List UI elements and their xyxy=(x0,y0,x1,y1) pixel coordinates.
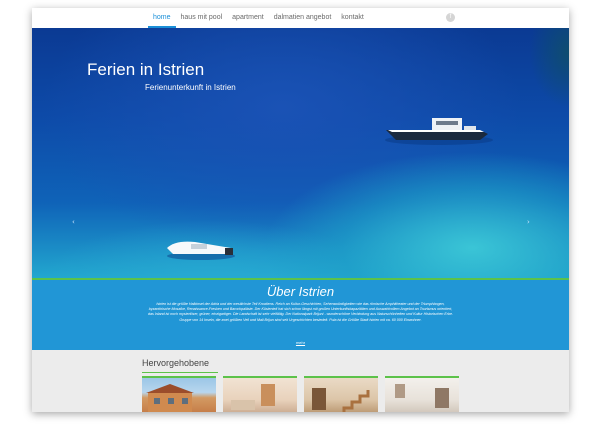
facebook-icon[interactable]: f xyxy=(446,13,455,22)
about-section: Über Istrien Istrien ist die größte Halb… xyxy=(32,280,569,350)
nav-apartment[interactable]: apartment xyxy=(227,8,269,28)
featured-underline xyxy=(142,372,218,373)
interior-image xyxy=(395,384,449,408)
top-navigation-bar: home haus mit pool apartment dalmatien a… xyxy=(32,8,569,29)
nav-dalmatien-angebot[interactable]: dalmatien angebot xyxy=(269,8,337,28)
main-nav: home haus mit pool apartment dalmatien a… xyxy=(148,8,369,28)
house-image xyxy=(146,384,194,412)
chevron-right-icon[interactable]: › xyxy=(527,218,530,226)
nav-haus-mit-pool[interactable]: haus mit pool xyxy=(176,8,228,28)
more-link[interactable]: mehr xyxy=(32,340,569,345)
boat-large xyxy=(385,118,493,145)
browser-page: home haus mit pool apartment dalmatien a… xyxy=(32,8,569,412)
hero-reef xyxy=(529,28,569,108)
featured-section: Hervorgehobene xyxy=(32,350,569,412)
stairs-image xyxy=(312,388,370,412)
featured-title: Hervorgehobene xyxy=(142,358,210,368)
hero-subtitle: Ferienunterkunft in Istrien xyxy=(145,83,236,92)
hero-slider: Ferien in Istrien Ferienunterkunft in Is… xyxy=(32,28,569,278)
featured-thumb-stairs[interactable] xyxy=(304,376,378,412)
about-title: Über Istrien xyxy=(266,284,335,299)
about-text: Istrien ist die größte Halbinsel der Adr… xyxy=(148,302,453,322)
chevron-left-icon[interactable]: ‹ xyxy=(72,218,75,226)
nav-kontakt[interactable]: kontakt xyxy=(336,8,369,28)
featured-thumb-room[interactable] xyxy=(223,376,297,412)
nav-home[interactable]: home xyxy=(148,8,176,28)
boat-small xyxy=(167,241,235,260)
room-image xyxy=(231,384,275,410)
featured-thumb-house[interactable] xyxy=(142,376,216,412)
featured-thumb-interior[interactable] xyxy=(385,376,459,412)
hero-title: Ferien in Istrien xyxy=(87,60,205,79)
